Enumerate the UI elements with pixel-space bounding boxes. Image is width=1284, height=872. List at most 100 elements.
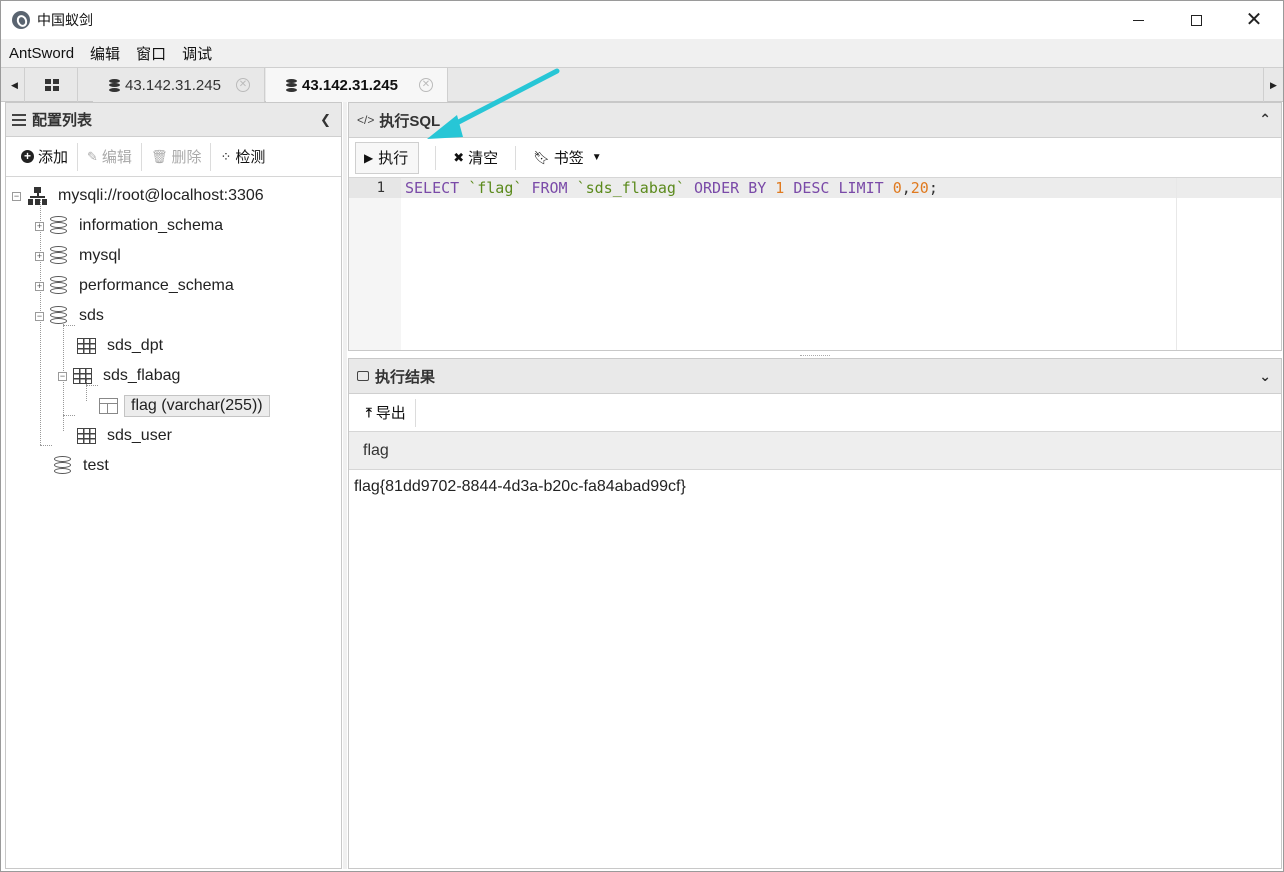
editor-gutter [349, 178, 401, 350]
toolbar-separator [515, 145, 517, 170]
tree-db-sds[interactable]: − sds [35, 301, 104, 331]
token-identifier: `sds_flabag` [576, 179, 685, 197]
minimize-button[interactable] [1109, 1, 1167, 39]
database-icon [50, 246, 67, 266]
menu-window[interactable]: 窗口 [136, 43, 166, 64]
collapse-icon[interactable]: − [35, 311, 44, 321]
database-icon [109, 78, 120, 92]
add-label: 添加 [38, 149, 69, 166]
collapse-left-icon[interactable]: ❮ [320, 112, 331, 128]
config-list-panel: 配置列表 ❮ + 添加 ✎ 编辑 🗑 删除 ⁘ 检测 − mysqli://ro… [5, 102, 342, 869]
column-header-flag[interactable]: flag [363, 442, 389, 460]
database-icon [50, 306, 67, 326]
expand-icon[interactable]: + [35, 221, 44, 231]
token-keyword: FROM [531, 179, 568, 197]
token-punctuation: ; [928, 179, 938, 197]
window-controls: ✕ [1109, 1, 1283, 39]
token-keyword: SELECT [405, 179, 460, 197]
delete-label: 删除 [171, 149, 202, 166]
sitemap-icon [27, 187, 48, 205]
upload-icon: ⤒ [366, 404, 372, 420]
execute-label: 执行 [378, 150, 409, 167]
toolbar-separator [435, 145, 437, 170]
sql-editor[interactable]: 1 SELECT `flag` FROM `sds_flabag` ORDER … [349, 178, 1281, 350]
tree-connection[interactable]: − mysqli://root@localhost:3306 [12, 181, 264, 211]
plus-circle-icon: + [21, 150, 34, 163]
result-cell: flag{81dd9702-8844-4d3a-b20c-fa84abad99c… [354, 478, 686, 495]
export-button[interactable]: ⤒ 导出 [357, 398, 416, 427]
export-label: 导出 [375, 405, 406, 422]
collapse-icon[interactable]: − [12, 191, 21, 201]
tree-table-sds-user[interactable]: sds_user [77, 421, 172, 451]
table-label: sds_user [107, 427, 172, 444]
collapse-icon[interactable]: − [58, 371, 67, 381]
clear-label: 清空 [468, 150, 499, 167]
token-keyword: BY [748, 179, 767, 197]
expand-icon[interactable]: + [35, 251, 44, 261]
chevron-up-icon[interactable]: ⌃ [1259, 111, 1271, 128]
server-list-icon [12, 113, 26, 126]
close-icon: ✕ [1245, 9, 1263, 31]
config-toolbar: + 添加 ✎ 编辑 🗑 删除 ⁘ 检测 [6, 137, 341, 177]
db-label: test [83, 457, 109, 474]
delete-button[interactable]: 🗑 删除 [142, 142, 212, 171]
x-icon: ✖ [453, 149, 465, 165]
spinner-icon: ⁘ [220, 148, 232, 164]
tree-table-sds-dpt[interactable]: sds_dpt [77, 331, 163, 361]
token-keyword: ORDER [694, 179, 740, 197]
app-window: 中国蚁剑 ✕ AntSword 编辑 窗口 调试 ◀ 43.142.31.245… [0, 0, 1284, 872]
menu-antsword[interactable]: AntSword [9, 45, 74, 62]
add-button[interactable]: + 添加 [12, 142, 79, 171]
tab-home[interactable] [26, 68, 78, 102]
maximize-button[interactable] [1167, 1, 1225, 39]
tab-shell-2-active[interactable]: 43.142.31.245 ✕ [266, 68, 448, 102]
bookmark-icon: 🔖︎ [533, 149, 550, 165]
tree-db-information-schema[interactable]: + information_schema [35, 211, 223, 241]
chevron-down-icon[interactable]: ⌄ [1259, 368, 1271, 385]
vertical-splitter[interactable] [343, 102, 347, 869]
token-number: 20 [910, 179, 929, 197]
tab-shell-1[interactable]: 43.142.31.245 ✕ [93, 68, 265, 102]
caret-down-icon: ▼ [591, 152, 602, 163]
token-identifier: `flag` [468, 179, 523, 197]
token-number: 1 [775, 179, 785, 197]
grid-icon [44, 79, 59, 91]
play-icon: ▶ [364, 150, 374, 165]
db-label: information_schema [79, 217, 224, 234]
tab-close-icon[interactable]: ✕ [419, 78, 433, 92]
detect-button[interactable]: ⁘ 检测 [211, 143, 274, 171]
tab-close-icon[interactable]: ✕ [236, 78, 250, 92]
sql-panel-title: 执行SQL [379, 112, 441, 130]
database-icon [50, 216, 67, 236]
tree-table-sds-flabag[interactable]: − sds_flabag [58, 361, 180, 391]
tab-scroll-right-button[interactable]: ▶ [1263, 68, 1283, 102]
clear-button[interactable]: ✖ 清空 [444, 144, 507, 172]
tab-scroll-left-button[interactable]: ◀ [5, 68, 25, 102]
expand-icon[interactable]: + [35, 281, 44, 291]
sql-panel: </> 执行SQL ⌃ ▶ 执行 ✖ 清空 🔖︎ 书签 ▼ 1 SELECT `… [348, 102, 1282, 351]
tree-db-performance-schema[interactable]: + performance_schema [35, 271, 234, 301]
close-button[interactable]: ✕ [1225, 1, 1283, 39]
table-label: sds_flabag [103, 367, 181, 384]
tree-db-mysql[interactable]: + mysql [35, 241, 121, 271]
caret-left-icon: ◀ [11, 79, 18, 90]
edit-button[interactable]: ✎ 编辑 [78, 142, 142, 171]
menu-debug[interactable]: 调试 [182, 43, 212, 64]
table-row[interactable]: flag{81dd9702-8844-4d3a-b20c-fa84abad99c… [349, 470, 1281, 504]
result-toolbar: ⤒ 导出 [349, 394, 1281, 432]
tree-column-flag[interactable]: flag (varchar(255)) [99, 391, 270, 421]
sql-toolbar: ▶ 执行 ✖ 清空 🔖︎ 书签 ▼ [349, 138, 1281, 178]
column-icon [99, 398, 118, 414]
caret-right-icon: ▶ [1270, 79, 1277, 90]
tree-db-test[interactable]: test [54, 451, 109, 481]
db-label: performance_schema [79, 277, 234, 294]
tree-line [63, 415, 75, 416]
result-panel: 执行结果 ⌄ ⤒ 导出 flag flag{81dd9702-8844-4d3a… [348, 358, 1282, 869]
tab-bar: ◀ 43.142.31.245 ✕ 43.142.31.245 ✕ ▶ [1, 67, 1283, 102]
trash-icon: 🗑 [150, 148, 168, 164]
code-icon: </> [357, 113, 375, 127]
menu-edit[interactable]: 编辑 [90, 43, 120, 64]
execute-button[interactable]: ▶ 执行 [355, 141, 420, 174]
menu-bar: AntSword 编辑 窗口 调试 [1, 39, 1283, 67]
bookmark-dropdown[interactable]: 🔖︎ 书签 ▼ [524, 144, 610, 172]
